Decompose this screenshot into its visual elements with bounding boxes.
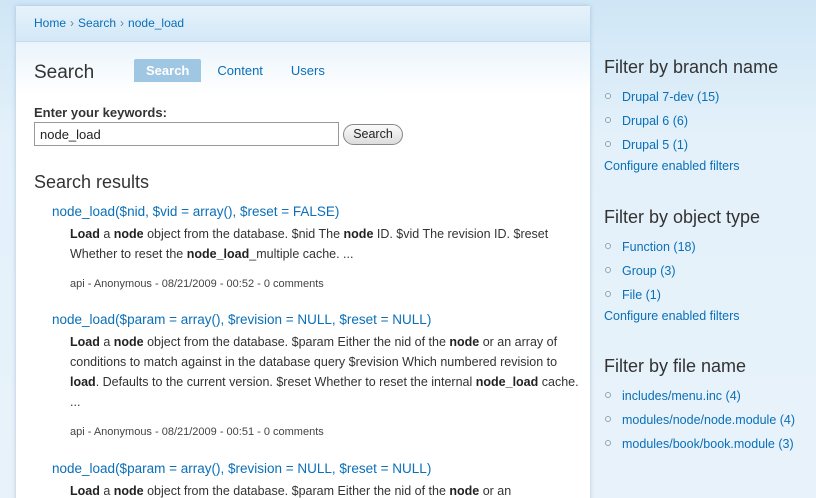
breadcrumb-search-link[interactable]: Search [78,16,116,30]
keywords-label: Enter your keywords: [34,105,167,120]
search-result-snippet: Load a node object from the database. $n… [70,227,549,261]
breadcrumb-current[interactable]: node_load [128,16,184,30]
facet-item: Function (18) [604,237,816,257]
search-result-snippet: Load a node object from the database. $p… [70,335,579,409]
tab-users[interactable]: Users [279,59,337,82]
search-result-meta: api - Anonymous - 08/21/2009 - 00:51 - 0… [70,426,324,438]
bullet-icon [605,93,611,99]
facet-item: File (1) [604,285,816,305]
facet-item: modules/book/book.module (3) [604,434,816,454]
facet-list: Drupal 7-dev (15) Drupal 6 (6) Drupal 5 … [604,87,816,155]
facet-item: modules/node/node.module (4) [604,410,816,430]
facet-link[interactable]: Group (3) [622,264,676,278]
bullet-icon [605,291,611,297]
breadcrumb-separator: › [120,16,125,30]
bullet-icon [605,243,611,249]
filter-block-object-type: Filter by object type Function (18) Grou… [604,207,816,323]
filter-branch-title: Filter by branch name [604,57,779,77]
bullet-icon [605,117,611,123]
bullet-icon [605,416,611,422]
keywords-input[interactable] [34,122,339,146]
facet-item: includes/menu.inc (4) [604,386,816,406]
bullet-icon [605,141,611,147]
facet-link[interactable]: modules/book/book.module (3) [622,437,794,451]
facet-item: Drupal 7-dev (15) [604,87,816,107]
bullet-icon [605,392,611,398]
facet-link[interactable]: File (1) [622,288,661,302]
breadcrumb-separator: › [70,16,75,30]
search-result-meta: api - Anonymous - 08/21/2009 - 00:52 - 0… [70,278,324,290]
bullet-icon [605,440,611,446]
search-result-title-link[interactable]: node_load($nid, $vid = array(), $reset =… [52,204,582,219]
filter-block-file-name: Filter by file name includes/menu.inc (4… [604,356,816,458]
facet-item: Drupal 5 (1) [604,135,816,155]
facet-item: Drupal 6 (6) [604,111,816,131]
search-result-item: node_load($nid, $vid = array(), $reset =… [52,204,582,290]
filter-file-name-title: Filter by file name [604,356,747,376]
filter-block-branch: Filter by branch name Drupal 7-dev (15) … [604,57,816,173]
configure-filters-link[interactable]: Configure enabled filters [604,159,816,173]
search-result-item: node_load($param = array(), $revision = … [52,312,582,438]
tab-content[interactable]: Content [205,59,275,82]
facet-list: Function (18) Group (3) File (1) [604,237,816,305]
bullet-icon [605,267,611,273]
search-tabs: Search Content Users [134,59,341,82]
search-result-item: node_load($param = array(), $revision = … [52,461,582,498]
facet-link[interactable]: modules/node/node.module (4) [622,413,795,427]
configure-filters-link[interactable]: Configure enabled filters [604,309,816,323]
facet-list: includes/menu.inc (4) modules/node/node.… [604,386,816,454]
facet-link[interactable]: Drupal 6 (6) [622,114,688,128]
facet-item: Group (3) [604,261,816,281]
main-content-panel: Home › Search › node_load Search Search Cont… [16,6,590,498]
search-results-heading: Search results [34,172,150,192]
search-result-title-link[interactable]: node_load($param = array(), $revision = … [52,312,582,327]
facet-link[interactable]: includes/menu.inc (4) [622,389,741,403]
breadcrumb-bar: Home › Search › node_load [16,6,590,42]
facet-link[interactable]: Drupal 7-dev (15) [622,90,719,104]
tab-search[interactable]: Search [134,59,202,82]
facet-link[interactable]: Drupal 5 (1) [622,138,688,152]
breadcrumb-home-link[interactable]: Home [34,16,66,30]
search-result-title-link[interactable]: node_load($param = array(), $revision = … [52,461,582,476]
filter-object-type-title: Filter by object type [604,207,761,227]
breadcrumb: Home › Search › node_load [34,16,184,30]
facet-link[interactable]: Function (18) [622,240,696,254]
search-button[interactable]: Search [343,124,403,145]
page-title: Search [34,62,95,83]
search-result-snippet: Load a node object from the database. $p… [70,484,512,498]
